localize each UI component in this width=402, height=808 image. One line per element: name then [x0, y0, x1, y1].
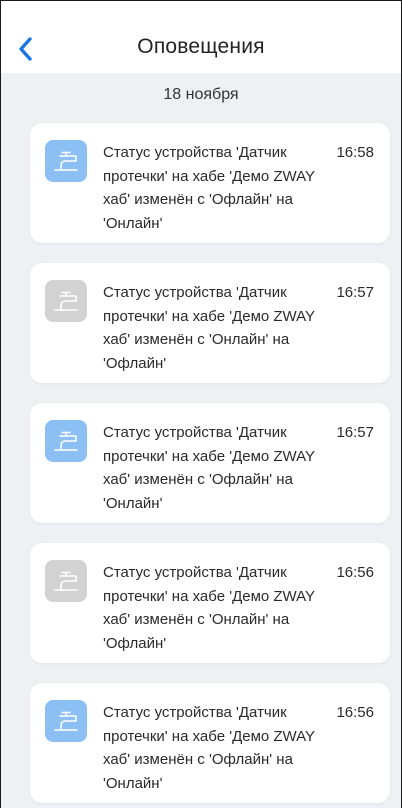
notification-time: 16:57: [336, 424, 374, 441]
header: Оповещения: [1, 1, 401, 73]
notification-card[interactable]: Статус устройства 'Датчик протечки' на х…: [30, 403, 390, 523]
water-tap-icon: [54, 151, 78, 171]
notification-time: 16:58: [336, 144, 374, 161]
notification-card[interactable]: Статус устройства 'Датчик протечки' на х…: [30, 683, 390, 803]
notification-card[interactable]: Статус устройства 'Датчик протечки' на х…: [30, 123, 390, 243]
notification-message: Статус устройства 'Датчик протечки' на х…: [103, 424, 315, 512]
notification-card[interactable]: Статус устройства 'Датчик протечки' на х…: [30, 263, 390, 383]
notification-message: Статус устройства 'Датчик протечки' на х…: [103, 564, 315, 652]
page-title: Оповещения: [137, 35, 265, 58]
notification-time: 16:56: [336, 564, 374, 581]
notification-card[interactable]: Статус устройства 'Датчик протечки' на х…: [30, 543, 390, 663]
water-tap-icon: [54, 571, 78, 591]
notification-time: 16:56: [336, 704, 374, 721]
water-tap-icon: [54, 291, 78, 311]
device-icon-box: [45, 280, 87, 322]
notification-message: Статус устройства 'Датчик протечки' на х…: [103, 284, 315, 372]
device-icon-box: [45, 420, 87, 462]
notification-message: Статус устройства 'Датчик протечки' на х…: [103, 704, 315, 792]
device-icon-box: [45, 560, 87, 602]
device-icon-box: [45, 140, 87, 182]
notification-message: Статус устройства 'Датчик протечки' на х…: [103, 144, 315, 232]
app-screen: Оповещения 18 ноября Статус устройства '…: [0, 0, 402, 808]
notification-list: Статус устройства 'Датчик протечки' на х…: [30, 123, 390, 808]
water-tap-icon: [54, 711, 78, 731]
date-separator: 18 ноября: [163, 86, 239, 103]
water-tap-icon: [54, 431, 78, 451]
device-icon-box: [45, 700, 87, 742]
notification-time: 16:57: [336, 284, 374, 301]
